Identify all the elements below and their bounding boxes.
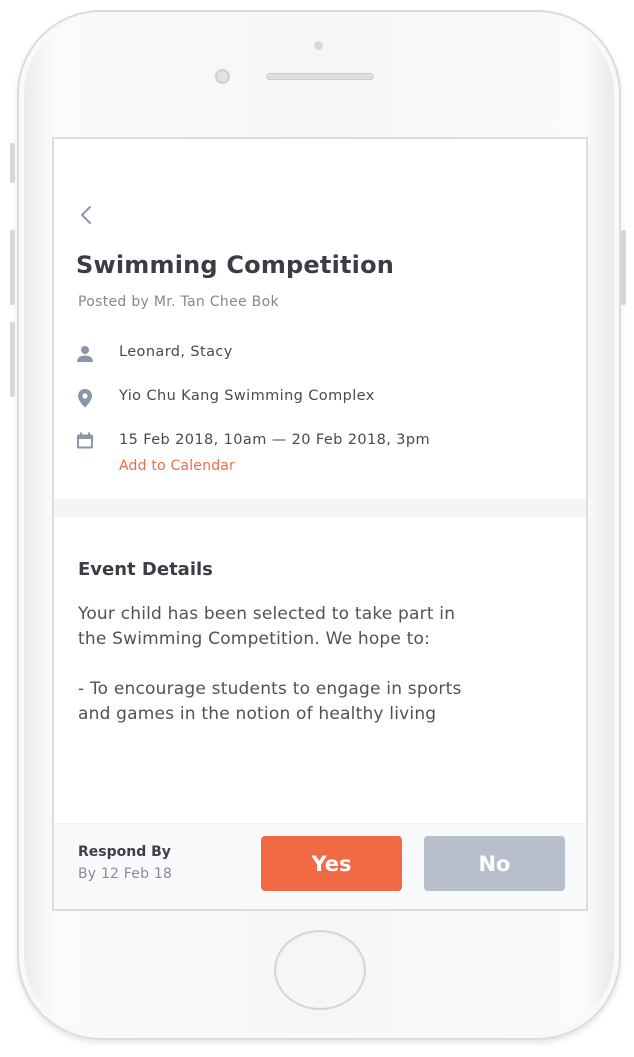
map-pin-icon — [74, 387, 96, 409]
power-button — [621, 230, 626, 305]
details-line: the Swimming Competition. We hope to: — [78, 629, 431, 649]
back-button[interactable] — [78, 203, 94, 227]
no-button[interactable]: No — [424, 836, 565, 891]
earpiece-speaker — [266, 73, 374, 80]
person-icon — [74, 343, 96, 365]
posted-by: Posted by Mr. Tan Chee Bok — [78, 294, 279, 310]
page-title: Swimming Competition — [76, 251, 395, 279]
datetime-text: 15 Feb 2018, 10am — 20 Feb 2018, 3pm — [119, 432, 431, 448]
calendar-icon — [74, 430, 96, 452]
details-line: - To encourage students to engage in spo… — [78, 679, 462, 699]
response-footer: Respond By By 12 Feb 18 Yes No — [54, 823, 586, 909]
mute-switch — [10, 143, 15, 183]
respond-by-label: Respond By — [78, 844, 171, 860]
details-line: Your child has been selected to take par… — [78, 604, 456, 624]
attendees-text: Leonard, Stacy — [119, 344, 233, 360]
home-button[interactable] — [274, 930, 366, 1010]
section-divider — [54, 499, 586, 517]
details-line: and games in the notion of healthy livin… — [78, 704, 437, 724]
proximity-sensor — [314, 41, 323, 50]
event-details-heading: Event Details — [78, 559, 213, 580]
volume-up-button — [10, 230, 15, 305]
add-to-calendar-link[interactable]: Add to Calendar — [119, 458, 235, 474]
front-camera — [215, 69, 230, 84]
respond-by-date: By 12 Feb 18 — [78, 866, 173, 882]
chevron-left-icon — [81, 206, 91, 224]
location-text: Yio Chu Kang Swimming Complex — [119, 388, 375, 404]
yes-button[interactable]: Yes — [261, 836, 402, 891]
event-screen: Swimming Competition Posted by Mr. Tan C… — [52, 137, 588, 911]
volume-down-button — [10, 322, 15, 397]
